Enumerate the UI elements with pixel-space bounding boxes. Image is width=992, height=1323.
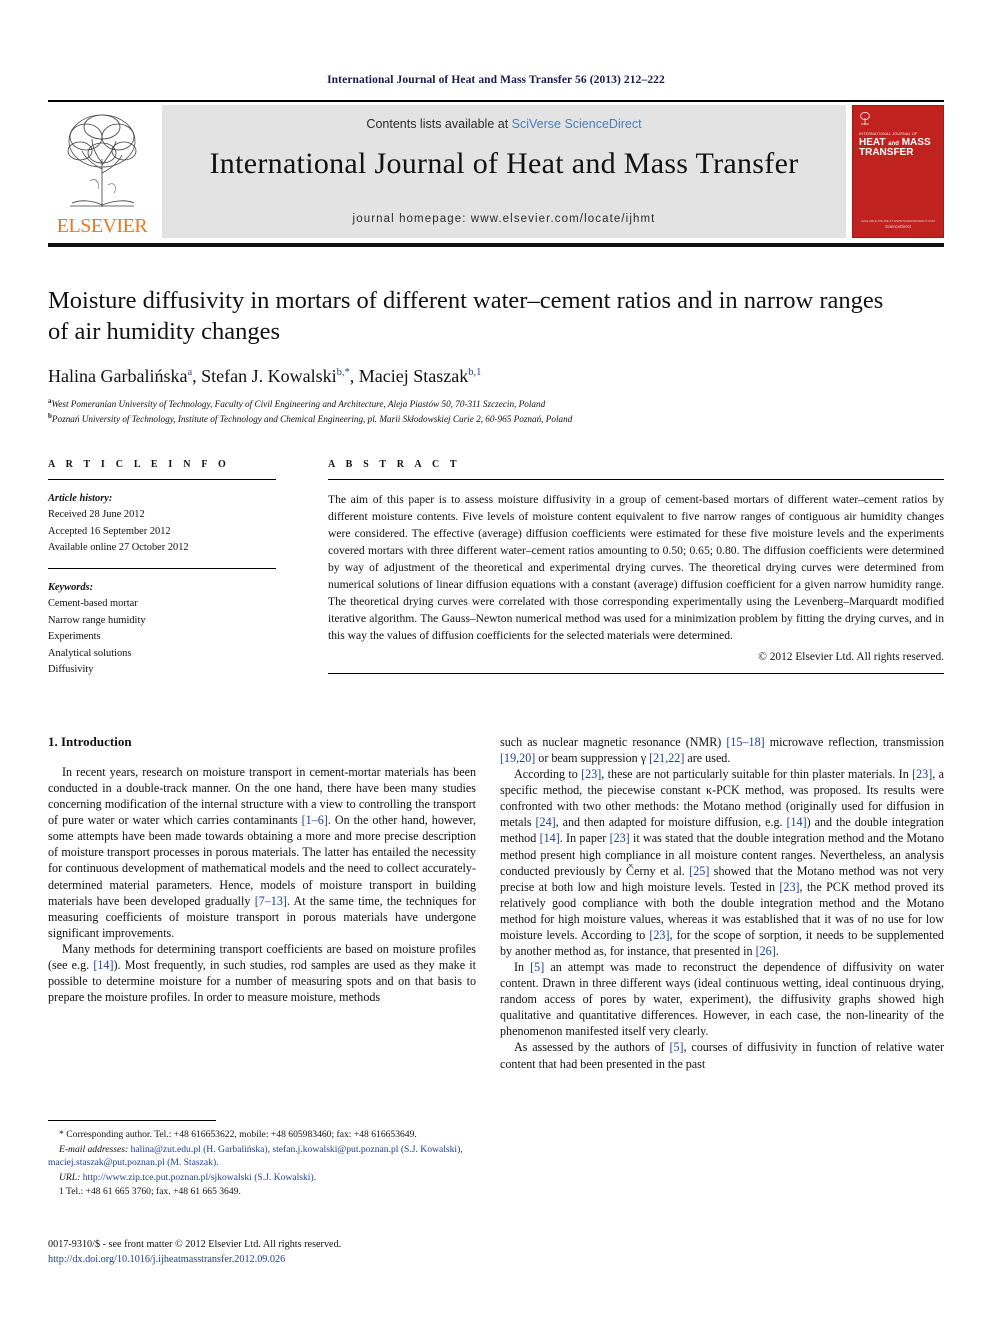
keywords-label: Keywords: <box>48 581 94 593</box>
affiliation-b-text: Poznań University of Technology, Institu… <box>51 414 573 425</box>
article-info-separator <box>48 567 276 569</box>
banner-bottom-rule <box>48 243 944 247</box>
cover-title-transfer: TRANSFER <box>859 147 914 159</box>
journal-homepage-link[interactable]: journal homepage: www.elsevier.com/locat… <box>162 213 846 225</box>
article-info-rule <box>48 479 276 480</box>
paragraph: In [5] an attempt was made to reconstruc… <box>500 960 944 1039</box>
title-block: Moisture diffusivity in mortars of diffe… <box>48 286 908 426</box>
paragraph: Many methods for determining transport c… <box>48 941 476 1005</box>
email-label: E-mail addresses: <box>59 1143 129 1155</box>
history-item: Available online 27 October 2012 <box>48 542 189 554</box>
journal-title: International Journal of Heat and Mass T… <box>209 147 799 180</box>
affiliation-a: aWest Pomeranian University of Technolog… <box>48 396 908 411</box>
affiliation-b: bPoznań University of Technology, Instit… <box>48 411 908 426</box>
cover-title-and: and <box>888 141 899 147</box>
keyword-item: Analytical solutions <box>48 647 132 659</box>
email-note: E-mail addresses: halina@zut.edu.pl (H. … <box>48 1143 476 1170</box>
abstract-copyright: © 2012 Elsevier Ltd. All rights reserved… <box>758 651 944 664</box>
keyword-item: Cement-based mortar <box>48 598 138 610</box>
history-item: Accepted 16 September 2012 <box>48 525 171 537</box>
affiliation-a-text: West Pomeranian University of Technology… <box>51 398 546 409</box>
elsevier-tree-icon <box>67 114 137 207</box>
keywords-block: Keywords: Cement-based mortar Narrow ran… <box>48 580 276 679</box>
journal-cover-thumbnail: INTERNATIONAL JOURNAL OF HEAT and MASS TR… <box>852 105 944 238</box>
banner-center: Contents lists available at SciVerse Sci… <box>162 105 846 238</box>
keyword-item: Diffusivity <box>48 663 94 675</box>
abstract-rule <box>328 479 944 480</box>
footnote-block: * Corresponding author. Tel.: +48 616653… <box>48 1128 476 1200</box>
footnote-rule <box>48 1120 216 1121</box>
cover-title: HEAT and MASS TRANSFER <box>859 137 939 159</box>
paragraph: According to [23], these are not particu… <box>500 767 945 959</box>
cover-foot-small: AVAILABLE ONLINE AT WWW.SCIENCEDIRECT.CO… <box>861 219 935 223</box>
journal-banner: ELSEVIER Contents lists available at Sci… <box>48 100 944 238</box>
section-heading-introduction: 1. Introduction <box>48 734 132 749</box>
contents-prefix: Contents lists available at <box>366 117 512 131</box>
elsevier-wordmark: ELSEVIER <box>56 215 148 237</box>
running-head: International Journal of Heat and Mass T… <box>327 74 665 86</box>
contents-lists-line: Contents lists available at SciVerse Sci… <box>162 117 846 131</box>
paragraph: In recent years, research on moisture tr… <box>48 765 476 940</box>
corresponding-author-note: * Corresponding author. Tel.: +48 616653… <box>59 1129 417 1140</box>
body-column-left: 1. Introduction In recent years, researc… <box>48 734 476 1005</box>
article-history-label: Article history: <box>48 493 113 504</box>
paragraph: such as nuclear magnetic resonance (NMR)… <box>500 735 945 766</box>
url-note: URL: http://www.zip.tce.put.poznan.pl/sj… <box>48 1171 476 1185</box>
elsevier-logo: ELSEVIER <box>48 105 156 238</box>
paper-page: International Journal of Heat and Mass T… <box>0 0 992 1323</box>
article-history: Article history: Received 28 June 2012 A… <box>48 491 276 557</box>
sciencedirect-link[interactable]: SciVerse ScienceDirect <box>512 117 642 131</box>
article-info-column: A R T I C L E I N F O Article history: R… <box>48 459 276 678</box>
body-column-right: such as nuclear magnetic resonance (NMR)… <box>500 734 944 1072</box>
keyword-item: Narrow range humidity <box>48 614 146 626</box>
doi-link[interactable]: http://dx.doi.org/10.1016/j.ijheatmasstr… <box>48 1253 488 1268</box>
history-item: Received 28 June 2012 <box>48 509 145 521</box>
article-info-heading: A R T I C L E I N F O <box>48 459 230 470</box>
page-title: Moisture diffusivity in mortars of diffe… <box>48 287 884 345</box>
affiliations: aWest Pomeranian University of Technolog… <box>48 396 908 427</box>
keyword-item: Experiments <box>48 631 101 643</box>
abstract-text: The aim of this paper is to assess moist… <box>328 493 944 643</box>
author-url[interactable]: http://www.zip.tce.put.poznan.pl/sjkowal… <box>83 1172 316 1183</box>
author-list: Halina Garbalińskaa, Stefan J. Kowalskib… <box>48 365 482 386</box>
cover-elsevier-icon <box>860 112 870 125</box>
imprint-block: 0017-9310/$ - see front matter © 2012 El… <box>48 1238 488 1268</box>
abstract-bottom-rule <box>328 673 944 675</box>
abstract-column: A B S T R A C T The aim of this paper is… <box>328 459 944 675</box>
abstract-heading: A B S T R A C T <box>328 459 461 470</box>
url-label: URL: <box>59 1171 81 1183</box>
cover-subtitle: INTERNATIONAL JOURNAL OF <box>859 132 918 136</box>
footnote-1: 1 Tel.: +48 61 665 3760; fax. +48 61 665… <box>59 1186 241 1198</box>
paragraph: As assessed by the authors of [5], cours… <box>500 1040 945 1071</box>
cover-foot: ScienceDirect <box>885 224 911 229</box>
issn-line: 0017-9310/$ - see front matter © 2012 El… <box>48 1239 342 1250</box>
